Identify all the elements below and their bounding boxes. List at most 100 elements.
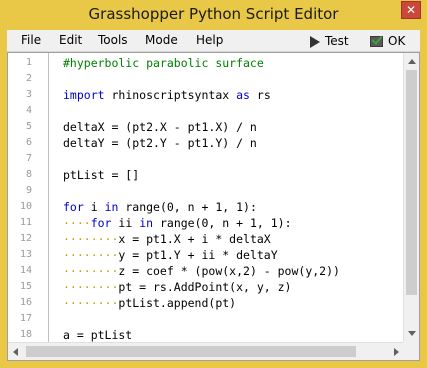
code-text: ········z = coef * (pow(x,2) - pow(y,2))	[63, 263, 340, 279]
menu-file[interactable]: File	[21, 33, 41, 47]
scrollbar-corner	[403, 342, 419, 360]
indent-marker: ········	[63, 296, 119, 310]
code-text: deltaY = (pt2.Y - pt1.Y) / n	[63, 135, 257, 151]
code-text: ········y = pt1.Y + ii * deltaY	[63, 247, 278, 263]
line-number: 17	[19, 313, 32, 324]
code-line[interactable]: 8 ptList = []	[8, 167, 405, 183]
code-line[interactable]: 1 #hyperbolic parabolic surface	[8, 55, 405, 71]
code-line[interactable]: 13 ········y = pt1.Y + ii * deltaY	[8, 247, 405, 263]
line-number: 7	[25, 153, 32, 164]
code-line[interactable]: 2	[8, 71, 405, 87]
line-number: 15	[19, 281, 32, 292]
code-token: deltaX = (pt2.X - pt1.X) / n	[63, 120, 257, 134]
horizontal-scroll-thumb[interactable]	[26, 346, 356, 357]
code-token: rhinoscriptsyntax	[104, 88, 237, 102]
code-line[interactable]: 18 a = ptList	[8, 327, 405, 342]
vertical-scrollbar[interactable]	[403, 53, 419, 342]
line-number: 6	[25, 137, 32, 148]
code-line[interactable]: 3 import rhinoscriptsyntax as rs	[8, 87, 405, 103]
code-token: pt = rs.AddPoint(x, y, z)	[118, 280, 292, 294]
code-text: ········ptList.append(pt)	[63, 295, 236, 311]
line-number: 9	[25, 185, 32, 196]
code-line[interactable]: 4	[8, 103, 405, 119]
code-line[interactable]: 11 ····for ii in range(0, n + 1, 1):	[8, 215, 405, 231]
indent-marker: ········	[63, 264, 119, 278]
code-token: range(0, n + 1, 1):	[118, 200, 257, 214]
line-number: 3	[25, 89, 32, 100]
vertical-scroll-thumb[interactable]	[406, 70, 417, 295]
script-editor-window: Grasshopper Python Script Editor ✕ File …	[0, 0, 427, 368]
code-text: ········pt = rs.AddPoint(x, y, z)	[63, 279, 291, 295]
code-token: i	[83, 200, 105, 214]
keyword-token: import	[63, 88, 105, 102]
horizontal-scrollbar[interactable]	[8, 342, 405, 360]
code-line[interactable]: 5 deltaX = (pt2.X - pt1.X) / n	[8, 119, 405, 135]
keyword-token: in	[139, 216, 154, 230]
code-token: ii	[111, 216, 140, 230]
code-line[interactable]: 7	[8, 151, 405, 167]
menu-tools[interactable]: Tools	[98, 33, 128, 47]
code-text: ptList = []	[63, 167, 139, 183]
indent-marker: ········	[63, 232, 119, 246]
code-line[interactable]: 9	[8, 183, 405, 199]
title-bar[interactable]: Grasshopper Python Script Editor ✕	[0, 0, 427, 30]
code-text: ····for ii in range(0, n + 1, 1):	[63, 215, 292, 231]
menu-bar: File Edit Tools Mode Help Test OK	[7, 30, 420, 52]
keyword-token: for	[90, 216, 112, 230]
code-editor[interactable]: 1 #hyperbolic parabolic surface 2 3 import r…	[7, 52, 420, 361]
code-line[interactable]: 14 ········z = coef * (pow(x,2) - pow(y,2…	[8, 263, 405, 279]
line-number: 8	[25, 169, 32, 180]
code-token: x = pt1.X + i * deltaX	[118, 232, 271, 246]
line-number: 1	[25, 57, 32, 68]
line-number: 14	[19, 265, 32, 276]
test-button-label: Test	[325, 34, 349, 48]
test-button[interactable]: Test	[310, 32, 349, 50]
line-number: 4	[25, 105, 32, 116]
menu-help[interactable]: Help	[196, 33, 223, 47]
code-text: for i in range(0, n + 1, 1):	[63, 199, 257, 215]
code-token: deltaY = (pt2.Y - pt1.Y) / n	[63, 136, 257, 150]
line-number: 18	[19, 329, 32, 340]
line-number: 2	[25, 73, 32, 84]
code-line[interactable]: 12 ········x = pt1.X + i * deltaX	[8, 231, 405, 247]
comment-token: #hyperbolic parabolic surface	[63, 56, 264, 70]
code-token: ptList = []	[63, 168, 140, 182]
indent-marker: ····	[63, 216, 91, 230]
code-line[interactable]: 6 deltaY = (pt2.Y - pt1.Y) / n	[8, 135, 405, 151]
line-number: 13	[19, 249, 32, 260]
menu-mode[interactable]: Mode	[145, 33, 178, 47]
code-line[interactable]: 17	[8, 311, 405, 327]
ok-button-label: OK	[388, 34, 406, 48]
code-token: range(0, n + 1, 1):	[153, 216, 292, 230]
code-line[interactable]: 15 ········pt = rs.AddPoint(x, y, z)	[8, 279, 405, 295]
code-token: y = pt1.Y + ii * deltaY	[118, 248, 278, 262]
checkmark-icon	[370, 36, 383, 47]
code-text: import rhinoscriptsyntax as rs	[63, 87, 271, 103]
code-token: ptList.append(pt)	[118, 296, 237, 310]
code-token: rs	[249, 88, 271, 102]
indent-marker: ········	[63, 248, 119, 262]
line-number: 16	[19, 297, 32, 308]
line-number: 12	[19, 233, 32, 244]
code-area[interactable]: 1 #hyperbolic parabolic surface 2 3 import r…	[8, 53, 405, 342]
scroll-left-icon[interactable]	[13, 348, 18, 356]
keyword-token: for	[63, 200, 84, 214]
close-button[interactable]: ✕	[401, 1, 421, 19]
indent-marker: ········	[63, 280, 119, 294]
code-text: a = ptList	[63, 327, 132, 342]
scroll-up-icon[interactable]	[408, 59, 416, 64]
menu-edit[interactable]: Edit	[59, 33, 82, 47]
code-text: #hyperbolic parabolic surface	[63, 55, 264, 71]
line-number: 5	[25, 121, 32, 132]
keyword-token: in	[104, 200, 119, 214]
code-line[interactable]: 10 for i in range(0, n + 1, 1):	[8, 199, 405, 215]
ok-button[interactable]: OK	[370, 32, 405, 50]
scroll-right-icon[interactable]	[394, 348, 399, 356]
code-text: ········x = pt1.X + i * deltaX	[63, 231, 271, 247]
window-title: Grasshopper Python Script Editor	[88, 5, 339, 23]
code-text: deltaX = (pt2.X - pt1.X) / n	[63, 119, 257, 135]
scroll-down-icon[interactable]	[408, 331, 416, 336]
code-line[interactable]: 16 ········ptList.append(pt)	[8, 295, 405, 311]
code-token: z = coef * (pow(x,2) - pow(y,2))	[118, 264, 340, 278]
line-number: 10	[19, 201, 32, 212]
